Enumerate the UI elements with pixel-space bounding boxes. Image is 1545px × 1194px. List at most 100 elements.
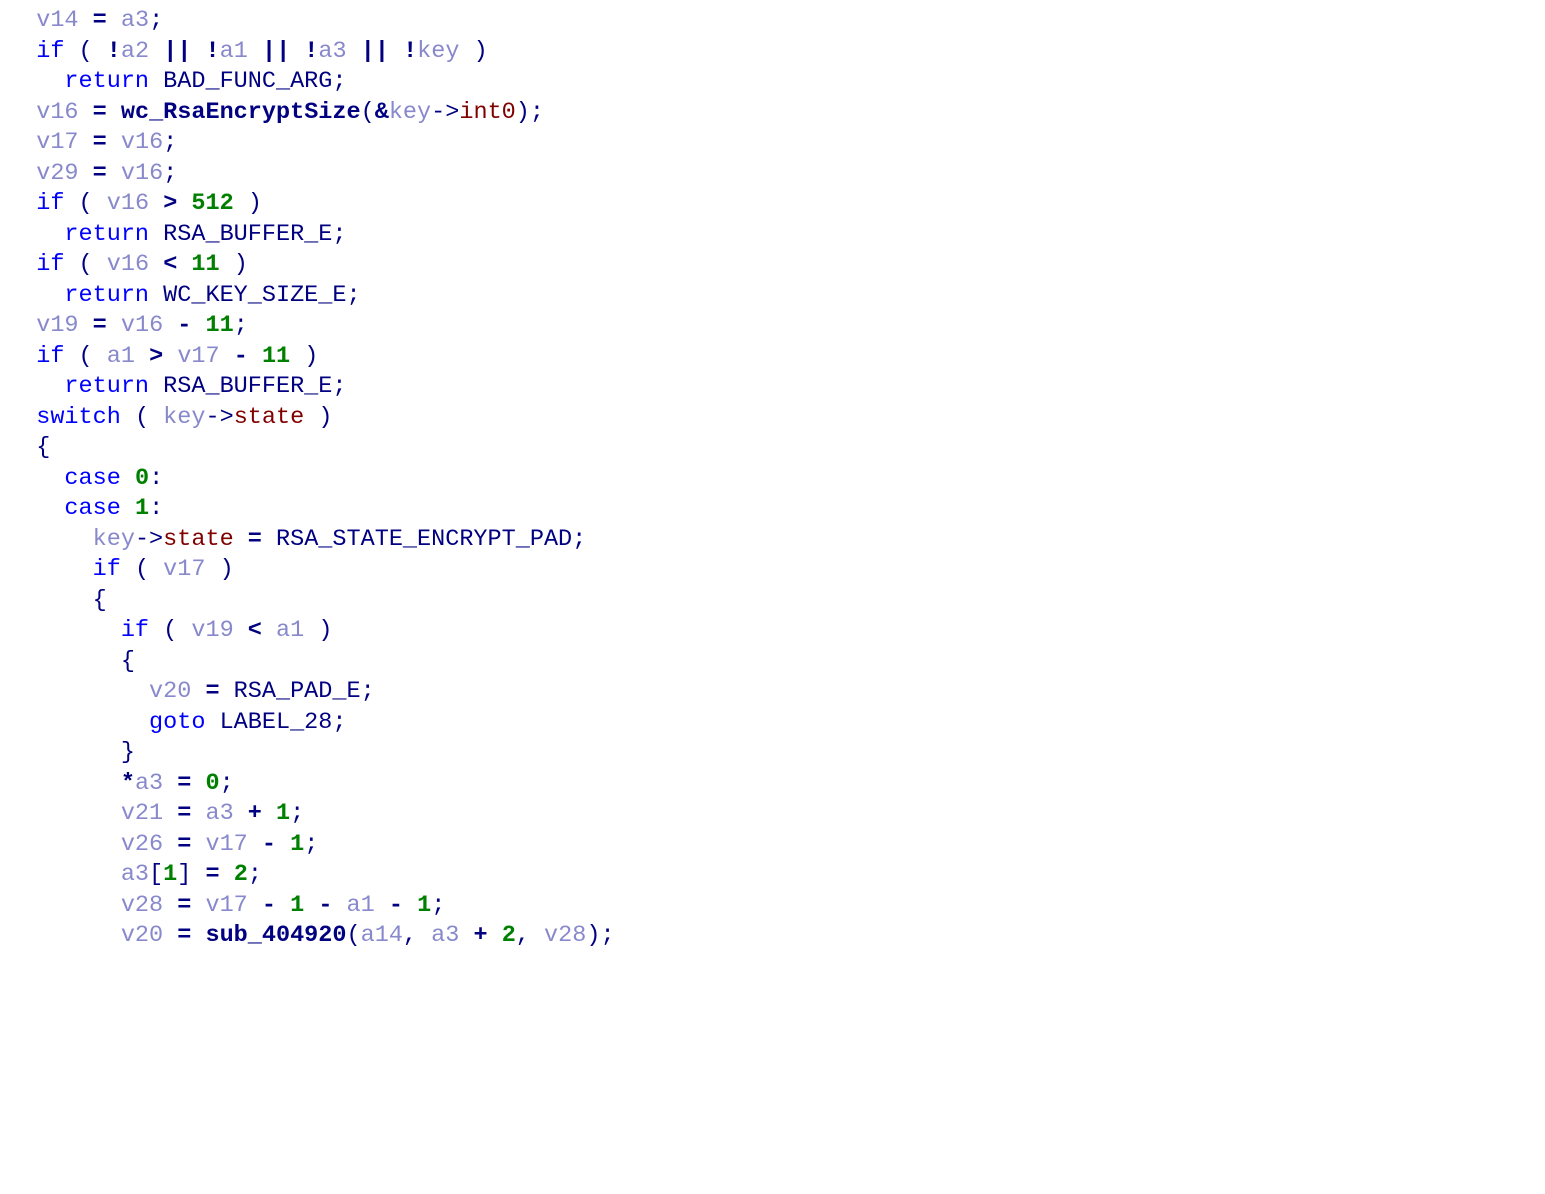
code-token-pun: [ xyxy=(149,861,163,888)
code-token-var: a1 xyxy=(220,38,248,65)
code-token-pun xyxy=(8,434,36,461)
code-token-pun xyxy=(389,38,403,65)
code-token-op: - xyxy=(177,312,191,339)
code-token-pun xyxy=(8,800,121,827)
code-token-pun xyxy=(234,800,248,827)
code-token-pun xyxy=(79,7,93,34)
code-token-pun xyxy=(8,495,64,522)
code-token-pun xyxy=(93,190,107,217)
code-token-pun xyxy=(121,556,135,583)
code-token-pun xyxy=(163,892,177,919)
code-token-kw: return xyxy=(64,221,149,248)
code-token-pun xyxy=(8,922,121,949)
code-token-op: || xyxy=(163,38,191,65)
code-token-pun xyxy=(191,800,205,827)
code-token-pun xyxy=(220,678,234,705)
code-token-id: RSA_BUFFER_E xyxy=(163,373,332,400)
code-token-var: key xyxy=(163,404,205,431)
code-token-op: || xyxy=(262,38,290,65)
code-token-kw: if xyxy=(36,38,64,65)
code-token-var: v14 xyxy=(36,7,78,34)
code-token-op: ! xyxy=(206,38,220,65)
code-token-pun xyxy=(177,190,191,217)
code-token-num: 2 xyxy=(502,922,516,949)
code-token-pun xyxy=(191,312,205,339)
code-token-pun: ) xyxy=(248,190,262,217)
code-token-pun xyxy=(248,343,262,370)
code-token-pun: ) xyxy=(304,343,318,370)
code-token-op: - xyxy=(234,343,248,370)
code-token-num: 512 xyxy=(191,190,233,217)
code-token-pun xyxy=(290,38,304,65)
code-token-pun xyxy=(163,922,177,949)
code-token-pun: : xyxy=(149,495,163,522)
code-token-pun xyxy=(248,38,262,65)
code-token-pun xyxy=(248,892,262,919)
code-token-pun xyxy=(8,831,121,858)
code-token-pun: : xyxy=(149,465,163,492)
code-token-pun: ) xyxy=(586,922,600,949)
code-token-pun xyxy=(8,190,36,217)
code-token-op: ! xyxy=(403,38,417,65)
code-token-pun xyxy=(220,251,234,278)
code-token-pun xyxy=(107,160,121,187)
code-token-pun: ; xyxy=(304,831,318,858)
code-token-var: v20 xyxy=(149,678,191,705)
code-token-var: v29 xyxy=(36,160,78,187)
code-token-var: v17 xyxy=(36,129,78,156)
code-token-op: = xyxy=(93,7,107,34)
code-token-pun xyxy=(8,556,93,583)
code-token-pun xyxy=(79,160,93,187)
code-token-var: v26 xyxy=(121,831,163,858)
code-token-pun xyxy=(107,7,121,34)
code-token-pun xyxy=(149,251,163,278)
code-token-num: 11 xyxy=(262,343,290,370)
code-token-pun xyxy=(107,99,121,126)
code-token-pun xyxy=(205,556,219,583)
code-token-op: = xyxy=(93,129,107,156)
code-token-var: v19 xyxy=(36,312,78,339)
code-token-pun: ( xyxy=(163,617,177,644)
code-token-pun xyxy=(191,678,205,705)
code-token-pun xyxy=(149,68,163,95)
code-token-pun xyxy=(64,38,78,65)
code-token-pun xyxy=(191,38,205,65)
code-token-pun: -> xyxy=(205,404,233,431)
code-token-pun: { xyxy=(121,648,135,675)
code-token-pun xyxy=(8,587,93,614)
code-token-pun xyxy=(8,38,36,65)
code-token-pun xyxy=(262,617,276,644)
code-token-op: = xyxy=(93,160,107,187)
code-token-op: * xyxy=(121,770,135,797)
code-token-var: a1 xyxy=(347,892,375,919)
code-token-pun xyxy=(93,251,107,278)
code-token-pun xyxy=(79,129,93,156)
code-token-pun xyxy=(121,404,135,431)
code-token-op: < xyxy=(163,251,177,278)
code-token-num: 1 xyxy=(290,831,304,858)
code-token-pun xyxy=(205,709,219,736)
code-token-op: > xyxy=(163,190,177,217)
code-token-pun xyxy=(191,831,205,858)
code-token-pun xyxy=(8,129,36,156)
code-token-pun xyxy=(163,770,177,797)
code-token-pun xyxy=(8,251,36,278)
code-token-var: v21 xyxy=(121,800,163,827)
code-token-pun: ; xyxy=(347,282,361,309)
code-token-op: = xyxy=(248,526,262,553)
code-token-op: ! xyxy=(304,38,318,65)
code-token-pun: ; xyxy=(220,770,234,797)
code-token-op: = xyxy=(93,99,107,126)
code-token-pun xyxy=(530,922,544,949)
code-token-pun: ; xyxy=(530,99,544,126)
code-token-fn: sub_404920 xyxy=(205,922,346,949)
code-token-mem: int0 xyxy=(459,99,515,126)
code-token-op: > xyxy=(149,343,163,370)
code-token-kw: if xyxy=(93,556,121,583)
code-token-pun: ) xyxy=(516,99,530,126)
code-token-pun: ; xyxy=(572,526,586,553)
code-token-num: 11 xyxy=(191,251,219,278)
code-token-pun: , xyxy=(516,922,530,949)
code-token-fn: wc_RsaEncryptSize xyxy=(121,99,361,126)
code-token-pun xyxy=(8,99,36,126)
